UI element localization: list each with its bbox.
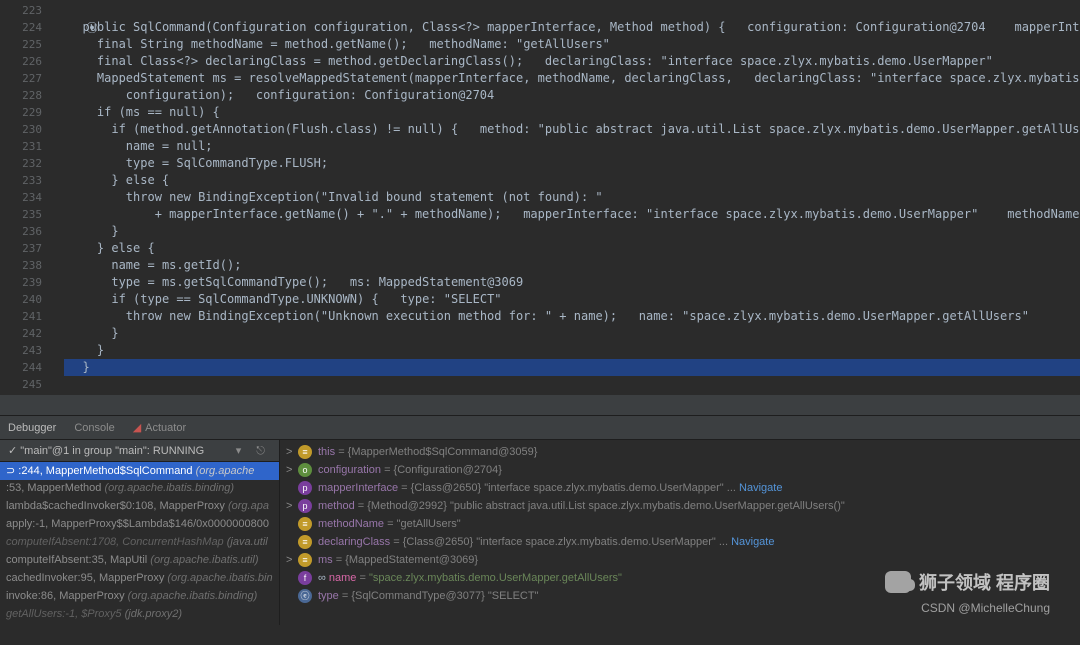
code-line[interactable]: name = ms.getId(); [64, 257, 1080, 274]
code-line[interactable]: final String methodName = method.getName… [64, 36, 1080, 53]
variable-row[interactable]: >oconfiguration = {Configuration@2704} [286, 462, 1074, 480]
var-kind-icon: ≡ [298, 553, 312, 567]
code-line[interactable]: throw new BindingException("Unknown exec… [64, 308, 1080, 325]
code-editor[interactable]: 2232242252262272282292302312322332342352… [0, 0, 1080, 395]
tab-console[interactable]: Console [74, 422, 114, 434]
frames-filter-icons[interactable]: ▾ ⎋ [236, 444, 271, 458]
line-number[interactable]: 244 [0, 359, 42, 376]
variable-row[interactable]: >≡ms = {MappedStatement@3069} [286, 552, 1074, 570]
code-line[interactable]: } else { [64, 240, 1080, 257]
stack-frame[interactable]: ⊃ :244, MapperMethod$SqlCommand (org.apa… [0, 462, 279, 480]
gutter-glyph-column: ⦿ [50, 0, 64, 395]
line-number[interactable]: 236 [0, 223, 42, 240]
code-line[interactable] [64, 2, 1080, 19]
tab-actuator[interactable]: ◢Actuator [133, 421, 186, 434]
line-number[interactable]: 227 [0, 70, 42, 87]
var-kind-icon: ⓔ [298, 589, 312, 603]
line-number[interactable]: 237 [0, 240, 42, 257]
line-number[interactable]: 228 [0, 87, 42, 104]
variable-row[interactable]: >pmethod = {Method@2992} "public abstrac… [286, 498, 1074, 516]
stack-frame[interactable]: getAllUsers:-1, $Proxy5 (jdk.proxy2) [0, 606, 279, 624]
code-line[interactable]: } [64, 359, 1080, 376]
line-number[interactable]: 229 [0, 104, 42, 121]
wechat-icon [885, 571, 911, 593]
code-line[interactable]: } [64, 342, 1080, 359]
line-number[interactable]: 224 [0, 19, 42, 36]
code-line[interactable]: public SqlCommand(Configuration configur… [64, 19, 1080, 36]
debug-tool-tabs[interactable]: Debugger Console ◢Actuator [0, 415, 1080, 440]
stack-frame[interactable]: apply:-1, MapperProxy$$Lambda$146/0x0000… [0, 516, 279, 534]
line-number[interactable]: 226 [0, 53, 42, 70]
code-line[interactable]: configuration); configuration: Configura… [64, 87, 1080, 104]
line-number[interactable]: 239 [0, 274, 42, 291]
line-number[interactable]: 230 [0, 121, 42, 138]
line-number[interactable]: 241 [0, 308, 42, 325]
line-number[interactable]: 243 [0, 342, 42, 359]
stack-frame[interactable]: computeIfAbsent:35, MapUtil (org.apache.… [0, 552, 279, 570]
code-line[interactable]: } else { [64, 172, 1080, 189]
code-line[interactable]: throw new BindingException("Invalid boun… [64, 189, 1080, 206]
line-number[interactable]: 231 [0, 138, 42, 155]
code-line[interactable]: } [64, 223, 1080, 240]
frames-panel[interactable]: ✓ "main"@1 in group "main": RUNNING ▾ ⎋ … [0, 440, 280, 625]
code-line[interactable]: + mapperInterface.getName() + "." + meth… [64, 206, 1080, 223]
variable-row[interactable]: pmapperInterface = {Class@2650} "interfa… [286, 480, 1074, 498]
var-kind-icon: ≡ [298, 535, 312, 549]
panel-separator [0, 395, 1080, 415]
stack-frame[interactable]: invoke:86, MapperProxy (org.apache.ibati… [0, 588, 279, 606]
tab-debugger[interactable]: Debugger [8, 422, 56, 434]
stack-frame[interactable]: computeIfAbsent:1708, ConcurrentHashMap … [0, 534, 279, 552]
code-line[interactable]: if (ms == null) { [64, 104, 1080, 121]
code-line[interactable]: name = null; [64, 138, 1080, 155]
code-line[interactable]: MappedStatement ms = resolveMappedStatem… [64, 70, 1080, 87]
var-kind-icon: p [298, 499, 312, 513]
line-number[interactable]: 223 [0, 2, 42, 19]
line-number[interactable]: 225 [0, 36, 42, 53]
var-kind-icon: p [298, 481, 312, 495]
var-kind-icon: o [298, 463, 312, 477]
code-area[interactable]: public SqlCommand(Configuration configur… [64, 0, 1080, 395]
variable-row[interactable]: >≡this = {MapperMethod$SqlCommand@3059} [286, 444, 1074, 462]
code-line[interactable]: if (method.getAnnotation(Flush.class) !=… [64, 121, 1080, 138]
line-number-gutter[interactable]: 2232242252262272282292302312322332342352… [0, 0, 50, 395]
var-kind-icon: f [298, 571, 312, 585]
line-number[interactable]: 238 [0, 257, 42, 274]
stack-frame[interactable]: getAllUser:13, UserMapper (space.zlyx.my… [0, 624, 279, 625]
line-number[interactable]: 235 [0, 206, 42, 223]
code-line[interactable]: type = ms.getSqlCommandType(); ms: Mappe… [64, 274, 1080, 291]
stack-frame[interactable]: :53, MapperMethod (org.apache.ibatis.bin… [0, 480, 279, 498]
actuator-icon: ◢ [133, 422, 141, 434]
var-kind-icon: ≡ [298, 517, 312, 531]
line-number[interactable]: 233 [0, 172, 42, 189]
variable-row[interactable]: ≡methodName = "getAllUsers" [286, 516, 1074, 534]
var-kind-icon: ≡ [298, 445, 312, 459]
line-number[interactable]: 245 [0, 376, 42, 393]
watermark: 狮子领域 程序圈 CSDN @MichelleChung [885, 569, 1050, 615]
line-number[interactable]: 232 [0, 155, 42, 172]
line-number[interactable]: 242 [0, 325, 42, 342]
stack-frame[interactable]: lambda$cachedInvoker$0:108, MapperProxy … [0, 498, 279, 516]
stack-frame[interactable]: cachedInvoker:95, MapperProxy (org.apach… [0, 570, 279, 588]
line-number[interactable]: 234 [0, 189, 42, 206]
code-line[interactable]: if (type == SqlCommandType.UNKNOWN) { ty… [64, 291, 1080, 308]
variable-row[interactable]: ≡declaringClass = {Class@2650} "interfac… [286, 534, 1074, 552]
code-line[interactable]: } [64, 325, 1080, 342]
code-line[interactable] [64, 376, 1080, 393]
code-line[interactable]: type = SqlCommandType.FLUSH; [64, 155, 1080, 172]
code-line[interactable]: final Class<?> declaringClass = method.g… [64, 53, 1080, 70]
line-number[interactable]: 240 [0, 291, 42, 308]
frames-header[interactable]: ✓ "main"@1 in group "main": RUNNING ▾ ⎋ [0, 440, 279, 462]
